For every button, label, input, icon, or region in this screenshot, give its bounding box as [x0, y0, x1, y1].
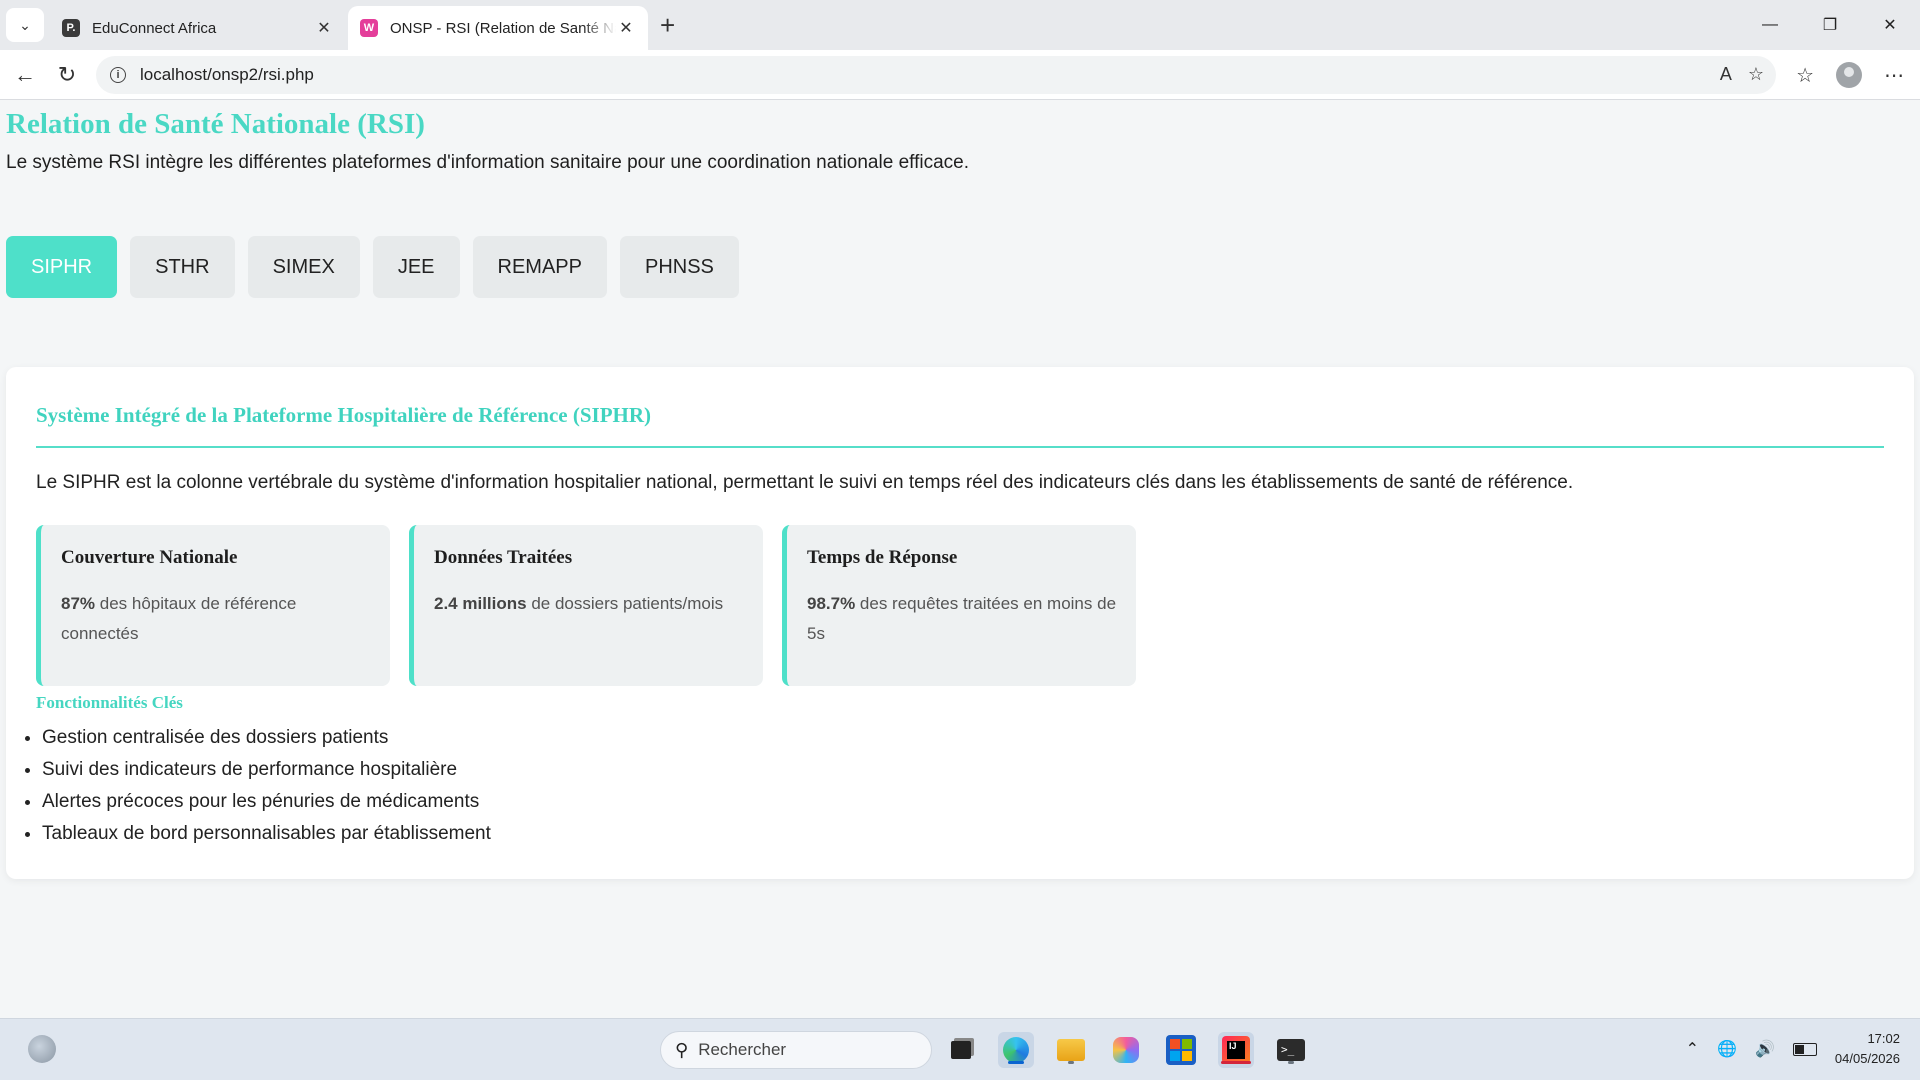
tab-title: ONSP - RSI (Relation de Santé Nat: [390, 19, 616, 37]
stat-card-response: Temps de Réponse 98.7% des requêtes trai…: [782, 525, 1136, 686]
tab-simex[interactable]: SIMEX: [247, 236, 360, 298]
stat-card-coverage: Couverture Nationale 87% des hôpitaux de…: [36, 525, 390, 686]
features-title: Fonctionnalités Clés: [36, 693, 183, 712]
favorites-list-icon[interactable]: ☆: [1796, 63, 1814, 88]
terminal-icon[interactable]: >_: [1273, 1032, 1309, 1068]
clock-time: 17:02: [1867, 1031, 1900, 1046]
tab-sthr[interactable]: STHR: [130, 236, 235, 298]
idle-indicator: [1288, 1061, 1294, 1064]
stat-value: 87%: [61, 594, 96, 613]
back-arrow-icon[interactable]: ←: [10, 60, 40, 90]
toolbar-right: ☆ ⋯: [1796, 62, 1904, 88]
stat-text: 98.7% des requêtes traitées en moins de …: [807, 589, 1118, 649]
stat-title: Couverture Nationale: [61, 547, 238, 568]
list-item: Tableaux de bord personnalisables par ét…: [42, 818, 491, 850]
weather-icon[interactable]: [28, 1035, 56, 1063]
stat-caption: des hôpitaux de référence connectés: [61, 594, 297, 643]
window-controls: — ❐ ✕: [1740, 0, 1920, 50]
active-indicator: [1221, 1061, 1251, 1064]
browser-tab-onsp-rsi[interactable]: W ONSP - RSI (Relation de Santé Nat ✕: [348, 6, 648, 50]
educonnect-favicon-icon: P.: [62, 19, 80, 37]
battery-icon[interactable]: [1792, 1042, 1817, 1056]
url-actions: A ☆: [1720, 64, 1764, 85]
refresh-icon[interactable]: ↻: [52, 60, 82, 90]
clock-date: 04/05/2026: [1834, 1051, 1900, 1066]
system-tray: ⌃ 🌐 🔊 17:02 04/05/2026: [1686, 1029, 1900, 1069]
site-info-icon[interactable]: i: [110, 67, 126, 83]
browser-tab-bar: ⌄ P. EduConnect Africa ✕ W ONSP - RSI (R…: [0, 0, 1920, 50]
windows-taskbar: ⚲ Rechercher IJ >_ ⌃ 🌐 🔊 17:02 04/05/202…: [0, 1018, 1920, 1080]
stat-card-data: Données Traitées 2.4 millions de dossier…: [409, 525, 763, 686]
favorite-star-icon[interactable]: ☆: [1748, 64, 1764, 85]
tab-siphr[interactable]: SIPHR: [6, 236, 118, 298]
browser-tab-educonnect[interactable]: P. EduConnect Africa ✕: [50, 6, 346, 50]
list-item: Alertes précoces pour les pénuries de mé…: [42, 786, 491, 818]
stat-text: 2.4 millions de dossiers patients/mois: [434, 589, 745, 619]
stat-title: Données Traitées: [434, 547, 573, 568]
siphr-panel: Système Intégré de la Plateforme Hospita…: [6, 367, 1914, 879]
search-icon: ⚲: [675, 1039, 689, 1060]
task-view-icon[interactable]: [943, 1032, 979, 1068]
platform-tabs: SIPHR STHR SIMEX JEE REMAPP PHNSS: [6, 236, 739, 298]
stat-title: Temps de Réponse: [807, 547, 958, 568]
network-globe-icon[interactable]: 🌐: [1717, 1039, 1737, 1059]
tab-remapp[interactable]: REMAPP: [472, 236, 607, 298]
copilot-icon[interactable]: [1108, 1032, 1144, 1068]
stat-value: 2.4 millions: [434, 594, 527, 613]
windows-start-icon[interactable]: [609, 1036, 637, 1064]
restore-icon[interactable]: ❐: [1800, 0, 1860, 50]
tab-title: EduConnect Africa: [92, 19, 217, 37]
close-tab-icon[interactable]: ✕: [616, 18, 636, 38]
chevron-up-icon[interactable]: ⌃: [1686, 1039, 1699, 1059]
search-placeholder: Rechercher: [698, 1040, 787, 1059]
browser-address-bar: ← ↻ i localhost/onsp2/rsi.php A ☆ ☆ ⋯: [0, 50, 1920, 100]
new-tab-plus-icon[interactable]: +: [660, 12, 675, 38]
speaker-icon[interactable]: 🔊: [1755, 1039, 1775, 1059]
onsp-favicon-icon: W: [360, 19, 378, 37]
page-title: Relation de Santé Nationale (RSI): [6, 108, 425, 140]
more-menu-icon[interactable]: ⋯: [1884, 63, 1904, 88]
tab-list-chevron-icon[interactable]: ⌄: [6, 8, 44, 42]
read-aloud-icon[interactable]: A: [1720, 64, 1732, 85]
edge-browser-icon[interactable]: [998, 1032, 1034, 1068]
page-content: Relation de Santé Nationale (RSI) Le sys…: [0, 100, 1920, 1018]
stat-text: 87% des hôpitaux de référence connectés: [61, 589, 372, 649]
stats-row: Couverture Nationale 87% des hôpitaux de…: [36, 525, 1136, 686]
taskbar-search-input[interactable]: ⚲ Rechercher: [660, 1031, 932, 1069]
tab-phnss[interactable]: PHNSS: [619, 236, 739, 298]
profile-avatar[interactable]: [1836, 62, 1862, 88]
page-subtitle: Le système RSI intègre les différentes p…: [6, 152, 969, 173]
features-list: Gestion centralisée des dossiers patient…: [16, 722, 491, 850]
panel-title: Système Intégré de la Plateforme Hospita…: [36, 403, 652, 427]
url-text: localhost/onsp2/rsi.php: [140, 65, 314, 84]
panel-divider: [36, 446, 1884, 448]
panel-description: Le SIPHR est la colonne vertébrale du sy…: [36, 472, 1574, 493]
clock[interactable]: 17:02 04/05/2026: [1835, 1029, 1900, 1069]
minimize-icon[interactable]: —: [1740, 0, 1800, 50]
close-tab-icon[interactable]: ✕: [314, 18, 334, 38]
list-item: Gestion centralisée des dossiers patient…: [42, 722, 491, 754]
list-item: Suivi des indicateurs de performance hos…: [42, 754, 491, 786]
idle-indicator: [1068, 1061, 1074, 1064]
active-indicator: [1008, 1061, 1024, 1064]
stat-caption: de dossiers patients/mois: [526, 594, 724, 613]
file-explorer-icon[interactable]: [1053, 1032, 1089, 1068]
url-input[interactable]: i localhost/onsp2/rsi.php A ☆: [96, 56, 1776, 94]
microsoft-store-icon[interactable]: [1163, 1032, 1199, 1068]
intellij-idea-icon[interactable]: IJ: [1218, 1032, 1254, 1068]
stat-value: 98.7%: [807, 594, 856, 613]
close-window-icon[interactable]: ✕: [1860, 0, 1920, 50]
tab-jee[interactable]: JEE: [372, 236, 460, 298]
